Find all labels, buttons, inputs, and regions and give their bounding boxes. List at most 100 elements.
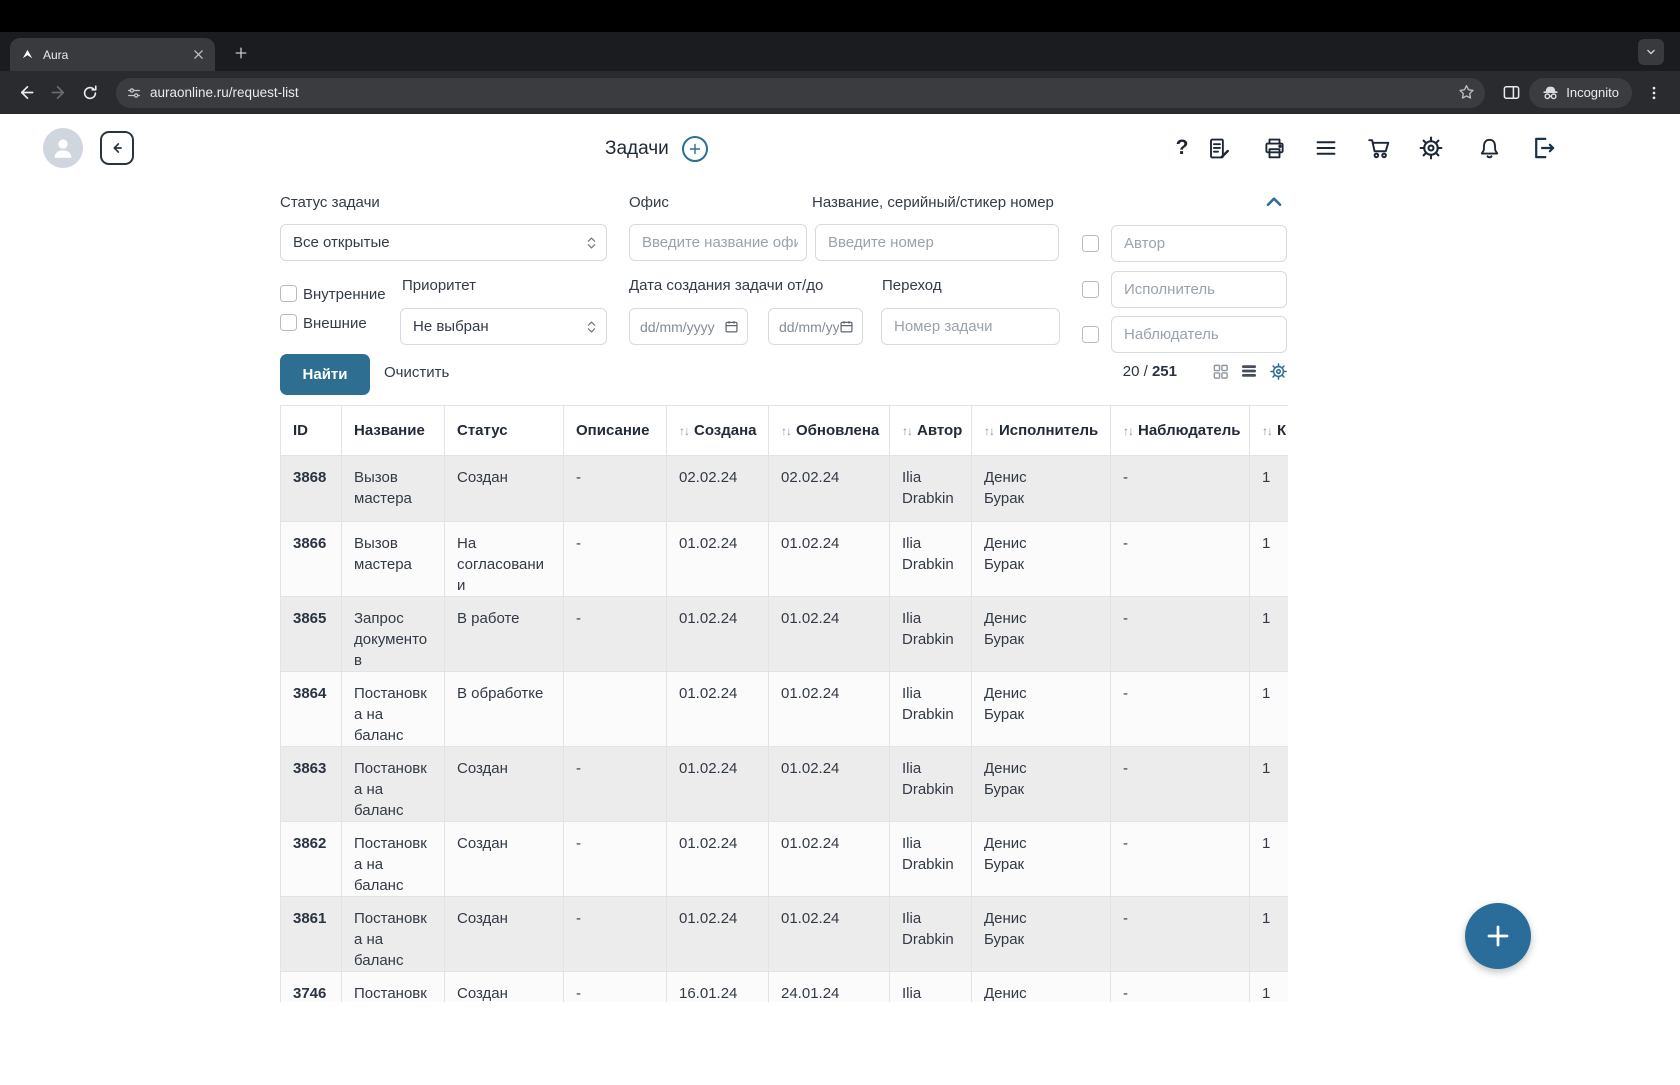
observer-checkbox[interactable] — [1082, 326, 1099, 343]
executor-input[interactable] — [1111, 271, 1287, 308]
cell-count: 1 — [1249, 746, 1288, 822]
forward-icon[interactable] — [42, 77, 74, 109]
incognito-label: Incognito — [1566, 85, 1619, 100]
priority-select[interactable]: Не выбран — [400, 308, 607, 345]
side-panel-icon[interactable] — [1495, 77, 1527, 109]
transition-label: Переход — [882, 277, 942, 294]
external-checkbox-label[interactable]: Внешние — [303, 315, 367, 332]
fab-add-button[interactable] — [1465, 903, 1531, 969]
reload-icon[interactable] — [74, 77, 106, 109]
office-input[interactable] — [629, 224, 807, 261]
tab-close-icon[interactable] — [189, 46, 207, 64]
cell-name: Постановка на баланс — [341, 671, 445, 747]
sort-icon: ↑↓ — [1123, 423, 1134, 438]
list-view-icon[interactable] — [1239, 361, 1259, 381]
table-settings-icon[interactable] — [1268, 361, 1288, 381]
cell-name: Постановка на баланс — [341, 746, 445, 822]
cell-observer: - — [1110, 746, 1250, 822]
menu-icon[interactable] — [1312, 134, 1340, 162]
serial-number-input[interactable] — [815, 224, 1059, 261]
cell-author: Ilia Drabkin — [889, 671, 972, 747]
avatar[interactable] — [43, 128, 83, 168]
cell-count: 1 — [1249, 455, 1288, 522]
col-updated[interactable]: ↑↓ Обновлена — [768, 405, 890, 456]
grid-view-icon[interactable] — [1210, 361, 1230, 381]
add-task-button[interactable] — [681, 136, 708, 162]
help-icon[interactable]: ? — [1168, 134, 1196, 162]
status-select[interactable]: Все открытые — [280, 224, 607, 261]
cell-executor: Денис Бурак — [971, 521, 1111, 597]
cell-id: 3866 — [280, 521, 342, 597]
table-row[interactable]: 3863 Постановка на баланс Создан - 01.02… — [280, 746, 1288, 822]
cell-id: 3865 — [280, 596, 342, 672]
cell-count: 1 — [1249, 596, 1288, 672]
cell-id: 3861 — [280, 896, 342, 972]
cart-icon[interactable] — [1365, 134, 1393, 162]
cell-description — [563, 671, 667, 747]
col-created[interactable]: ↑↓ Создана — [666, 405, 769, 456]
address-bar[interactable]: auraonline.ru/request-list — [116, 77, 1486, 108]
browser-tab[interactable]: Aura — [10, 38, 215, 71]
select-arrows-icon — [587, 236, 596, 249]
external-checkbox[interactable] — [280, 314, 297, 331]
cell-created: 01.02.24 — [666, 821, 769, 897]
bookmark-star-icon[interactable] — [1458, 84, 1475, 101]
cell-updated: 01.02.24 — [768, 596, 890, 672]
internal-checkbox-label[interactable]: Внутренние — [303, 286, 386, 303]
cell-description: - — [563, 971, 667, 1002]
aura-favicon-icon — [20, 47, 35, 62]
search-button[interactable]: Найти — [280, 354, 370, 395]
cell-author: Ilia Drabkin — [889, 971, 972, 1002]
cell-created: 01.02.24 — [666, 671, 769, 747]
collapse-filters-icon[interactable] — [1262, 190, 1286, 214]
new-tab-icon[interactable] — [230, 42, 252, 64]
clear-button[interactable]: Очистить — [384, 364, 449, 381]
logout-icon[interactable] — [1530, 134, 1558, 162]
sort-icon: ↑↓ — [679, 423, 690, 438]
cell-name: Постановка на баланс — [341, 821, 445, 897]
notes-icon[interactable] — [1204, 134, 1232, 162]
cell-id: 3868 — [280, 455, 342, 522]
col-author[interactable]: ↑↓ Автор — [889, 405, 972, 456]
cell-status: Создан — [444, 896, 564, 972]
cell-created: 01.02.24 — [666, 746, 769, 822]
internal-checkbox[interactable] — [280, 285, 297, 302]
task-number-input[interactable] — [881, 308, 1060, 345]
printer-icon[interactable] — [1260, 134, 1288, 162]
col-count[interactable]: ↑↓ К — [1249, 405, 1288, 456]
gear-icon[interactable] — [1417, 134, 1445, 162]
executor-checkbox[interactable] — [1082, 281, 1099, 298]
date-range-label: Дата создания задачи от/до — [629, 277, 824, 294]
author-checkbox[interactable] — [1082, 235, 1099, 252]
date-to-input[interactable]: dd/mm/yyyy — [768, 308, 863, 345]
table-row[interactable]: 3861 Постановка на баланс Создан - 01.02… — [280, 896, 1288, 972]
cell-created: 01.02.24 — [666, 596, 769, 672]
app-page: Задачи ? Статус задачи Офис Название, се… — [0, 114, 1680, 1085]
browser-toolbar: auraonline.ru/request-list Incognito — [0, 71, 1680, 114]
table-row[interactable]: 3746 Постановка на баланс Создан - 16.01… — [280, 971, 1288, 1002]
cell-name: Вызов мастера — [341, 455, 445, 522]
cell-updated: 01.02.24 — [768, 746, 890, 822]
cell-executor: Денис Бурак — [971, 671, 1111, 747]
date-from-input[interactable]: dd/mm/yyyy — [629, 308, 748, 345]
author-input[interactable] — [1111, 225, 1287, 262]
col-observer[interactable]: ↑↓ Наблюдатель — [1110, 405, 1250, 456]
cell-observer: - — [1110, 971, 1250, 1002]
table-row[interactable]: 3866 Вызов мастера На согласовании - 01.… — [280, 521, 1288, 597]
back-icon[interactable] — [10, 77, 42, 109]
table-row[interactable]: 3862 Постановка на баланс Создан - 01.02… — [280, 821, 1288, 897]
observer-input[interactable] — [1111, 316, 1287, 353]
table-row[interactable]: 3865 Запрос документов В работе - 01.02.… — [280, 596, 1288, 672]
bell-icon[interactable] — [1475, 134, 1503, 162]
browser-menu-icon[interactable] — [1638, 77, 1670, 109]
cell-description: - — [563, 896, 667, 972]
table-row[interactable]: 3868 Вызов мастера Создан - 02.02.24 02.… — [280, 455, 1288, 522]
table-row[interactable]: 3864 Постановка на баланс В обработке 01… — [280, 671, 1288, 747]
tab-search-chevron-icon[interactable] — [1638, 39, 1664, 65]
app-back-button[interactable] — [100, 131, 134, 165]
site-info-icon[interactable] — [126, 85, 142, 101]
col-executor[interactable]: ↑↓ Исполнитель — [971, 405, 1111, 456]
cell-updated: 01.02.24 — [768, 671, 890, 747]
cell-count: 1 — [1249, 971, 1288, 1002]
cell-count: 1 — [1249, 671, 1288, 747]
